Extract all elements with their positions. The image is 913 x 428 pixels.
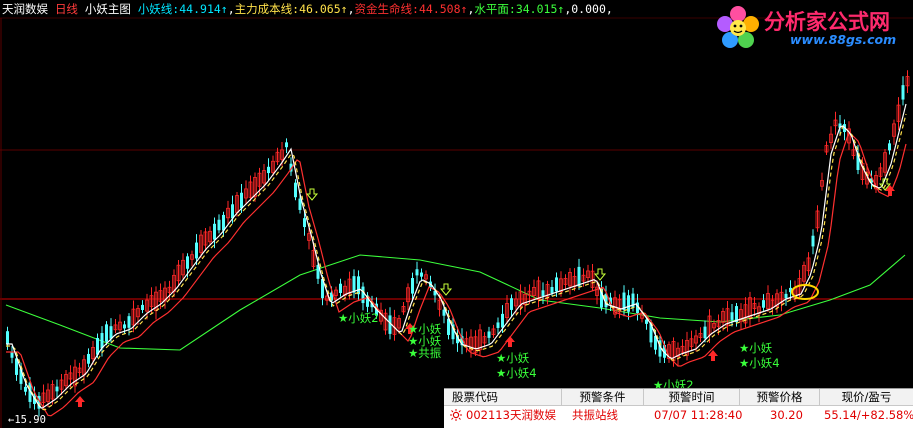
indicator-name[interactable]: 小妖主图 [85, 2, 131, 16]
period-label[interactable]: 日线 [55, 2, 78, 16]
candle-down [415, 269, 419, 276]
candle-down [762, 300, 765, 308]
column-price[interactable]: 预警价格 [740, 389, 820, 405]
life-line-label: 资金生命线: [354, 2, 419, 16]
candle-down [6, 331, 9, 345]
low-price-label: ←15.90 [8, 414, 46, 426]
candle-down [339, 283, 342, 293]
site-logo: 分析家公式网 www.88gs.com [714, 2, 910, 54]
candle-down [303, 218, 306, 228]
candle-down [217, 219, 221, 231]
candle-down [10, 352, 14, 358]
candle-down [267, 166, 270, 174]
flower-logo-icon [717, 6, 759, 48]
cost-line-arrow: ↑ [340, 2, 348, 16]
column-condition[interactable]: 预警条件 [562, 389, 644, 405]
cost-line-label: 主力成本线: [234, 2, 300, 16]
sun-icon [450, 409, 462, 421]
candle-down [109, 326, 113, 339]
alert-stock-name: 天润数娱 [510, 408, 556, 422]
candle-down [127, 316, 131, 328]
candle-down [123, 324, 126, 329]
candle-down [420, 272, 423, 277]
candle-down [100, 333, 104, 349]
candle-down [577, 266, 581, 287]
candle-down [186, 256, 189, 269]
candle-down [361, 286, 365, 304]
candle-down [240, 192, 243, 209]
candle-down [294, 182, 297, 198]
candle-down [901, 85, 905, 100]
candle-down [352, 276, 356, 293]
signal-label-xiaoyao2: ★小妖2 [338, 311, 379, 325]
alert-row[interactable]: 002113 天润数娱 共振站线 07/07 11:28:40 30.20 55… [444, 406, 913, 424]
column-profit[interactable]: 现价/盈亏 [820, 389, 913, 405]
candle-down [195, 242, 198, 259]
candle-down [555, 277, 558, 292]
candle-down [231, 204, 234, 219]
candle-down [222, 214, 225, 231]
column-stock-code[interactable]: 股票代码 [444, 389, 562, 405]
candle-down [501, 313, 504, 328]
water-line-value: 34.015 [515, 2, 558, 16]
candle-down [141, 304, 144, 310]
candle-down [411, 278, 414, 294]
alert-time: 07/07 11:28:40 [654, 408, 743, 422]
alert-condition: 共振站线 [572, 408, 618, 422]
alert-stock-code: 002113 [466, 408, 510, 422]
candle-down [357, 276, 360, 295]
signal-label-xiaoyao-d: ★小妖 ★小妖4 [739, 341, 780, 370]
candle-down [541, 290, 545, 297]
candle-down [784, 293, 788, 299]
candle-down [55, 386, 59, 392]
buy-arrow-icon [505, 336, 515, 347]
xiaoyao-line-arrow: ↑ [220, 2, 228, 16]
signal-arrows [75, 178, 895, 407]
xiaoyao-line-value: 44.914 [179, 2, 221, 16]
xiaoyao-line-label: 小妖线: [137, 2, 180, 16]
signal-label-xiaoyao-b: ★小妖 ★小妖4 [496, 351, 537, 380]
buy-arrow-icon [75, 396, 85, 407]
candle-down [213, 223, 216, 240]
sell-arrow-icon [439, 283, 453, 296]
candle-down [811, 235, 815, 247]
candle-down [550, 286, 554, 294]
candle-down [24, 386, 27, 392]
candle-down [487, 331, 491, 338]
life-line [6, 130, 907, 417]
stock-name: 天润数娱 [2, 2, 48, 16]
candle-down [105, 324, 108, 342]
logo-url: www.88gs.com [790, 32, 897, 47]
alert-profit: 55.14/+82.58% [824, 408, 913, 422]
candle-down [496, 322, 500, 328]
extra-value: 0.000 [571, 2, 606, 16]
column-time[interactable]: 预警时间 [644, 389, 740, 405]
alert-table-header: 股票代码 预警条件 预警时间 预警价格 现价/盈亏 [444, 389, 913, 406]
candle-down [285, 142, 288, 148]
candle-down [510, 298, 513, 310]
sell-arrow-icon [593, 268, 607, 281]
stock-chart-window: 天润数娱 日线 小妖主图 小妖线:44.914↑,主力成本线:46.065↑,资… [0, 0, 913, 428]
candle-down [730, 312, 734, 320]
alert-panel: 股票代码 预警条件 预警时间 预警价格 现价/盈亏 002113 天润数娱 共振… [444, 388, 913, 428]
alert-price: 30.20 [770, 408, 803, 422]
life-line-value: 44.508 [418, 2, 461, 16]
cost-line-value: 46.065 [299, 2, 341, 16]
indicator-header: 天润数娱 日线 小妖主图 小妖线:44.914↑,主力成本线:46.065↑,资… [2, 2, 613, 16]
signal-label-gongzhen: ★小妖 ★小妖 ★共振 [408, 322, 442, 360]
water-line-label: 水平面: [474, 2, 516, 16]
sell-arrow-icon [305, 188, 319, 201]
candle-down [87, 353, 90, 364]
candle-down [703, 326, 707, 339]
candle-down [888, 143, 891, 151]
